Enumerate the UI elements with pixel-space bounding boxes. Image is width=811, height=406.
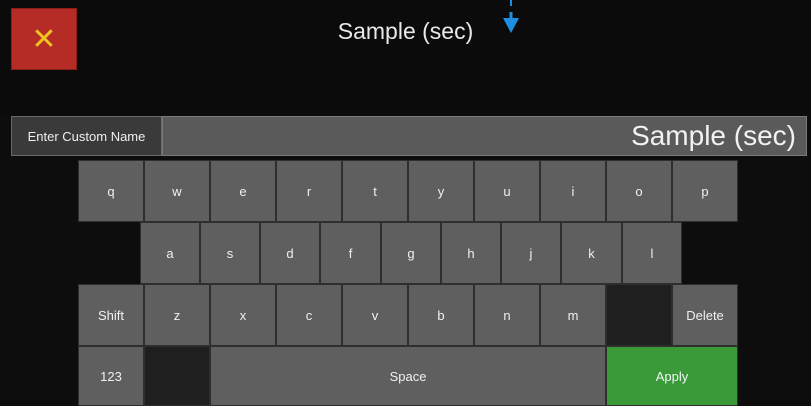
key-e[interactable]: e (210, 160, 276, 222)
key-l[interactable]: l (622, 222, 682, 284)
custom-name-row: Enter Custom Name Sample (sec) (11, 116, 807, 158)
key-d[interactable]: d (260, 222, 320, 284)
key-z[interactable]: z (144, 284, 210, 346)
key-i[interactable]: i (540, 160, 606, 222)
key-x[interactable]: x (210, 284, 276, 346)
key-h[interactable]: h (441, 222, 501, 284)
key-v[interactable]: v (342, 284, 408, 346)
key-j[interactable]: j (501, 222, 561, 284)
key-k[interactable]: k (561, 222, 622, 284)
custom-name-input[interactable]: Sample (sec) (162, 116, 807, 156)
apply-button[interactable]: Apply (606, 346, 738, 406)
key-t[interactable]: t (342, 160, 408, 222)
numbers-key[interactable]: 123 (78, 346, 144, 406)
key-a[interactable]: a (140, 222, 200, 284)
shift-key[interactable]: Shift (78, 284, 144, 346)
key-c[interactable]: c (276, 284, 342, 346)
key-n[interactable]: n (474, 284, 540, 346)
key-b[interactable]: b (408, 284, 474, 346)
key-o[interactable]: o (606, 160, 672, 222)
custom-name-label: Enter Custom Name (11, 116, 162, 156)
space-key[interactable]: Space (210, 346, 606, 406)
blank-key (144, 346, 210, 406)
key-y[interactable]: y (408, 160, 474, 222)
key-q[interactable]: q (78, 160, 144, 222)
key-m[interactable]: m (540, 284, 606, 346)
key-r[interactable]: r (276, 160, 342, 222)
key-p[interactable]: p (672, 160, 738, 222)
page-title: Sample (sec) (337, 18, 474, 44)
key-s[interactable]: s (200, 222, 260, 284)
blank-key (606, 284, 672, 346)
key-u[interactable]: u (474, 160, 540, 222)
key-g[interactable]: g (381, 222, 441, 284)
key-f[interactable]: f (320, 222, 381, 284)
delete-key[interactable]: Delete (672, 284, 738, 346)
key-w[interactable]: w (144, 160, 210, 222)
arrow-down-icon (503, 0, 519, 33)
